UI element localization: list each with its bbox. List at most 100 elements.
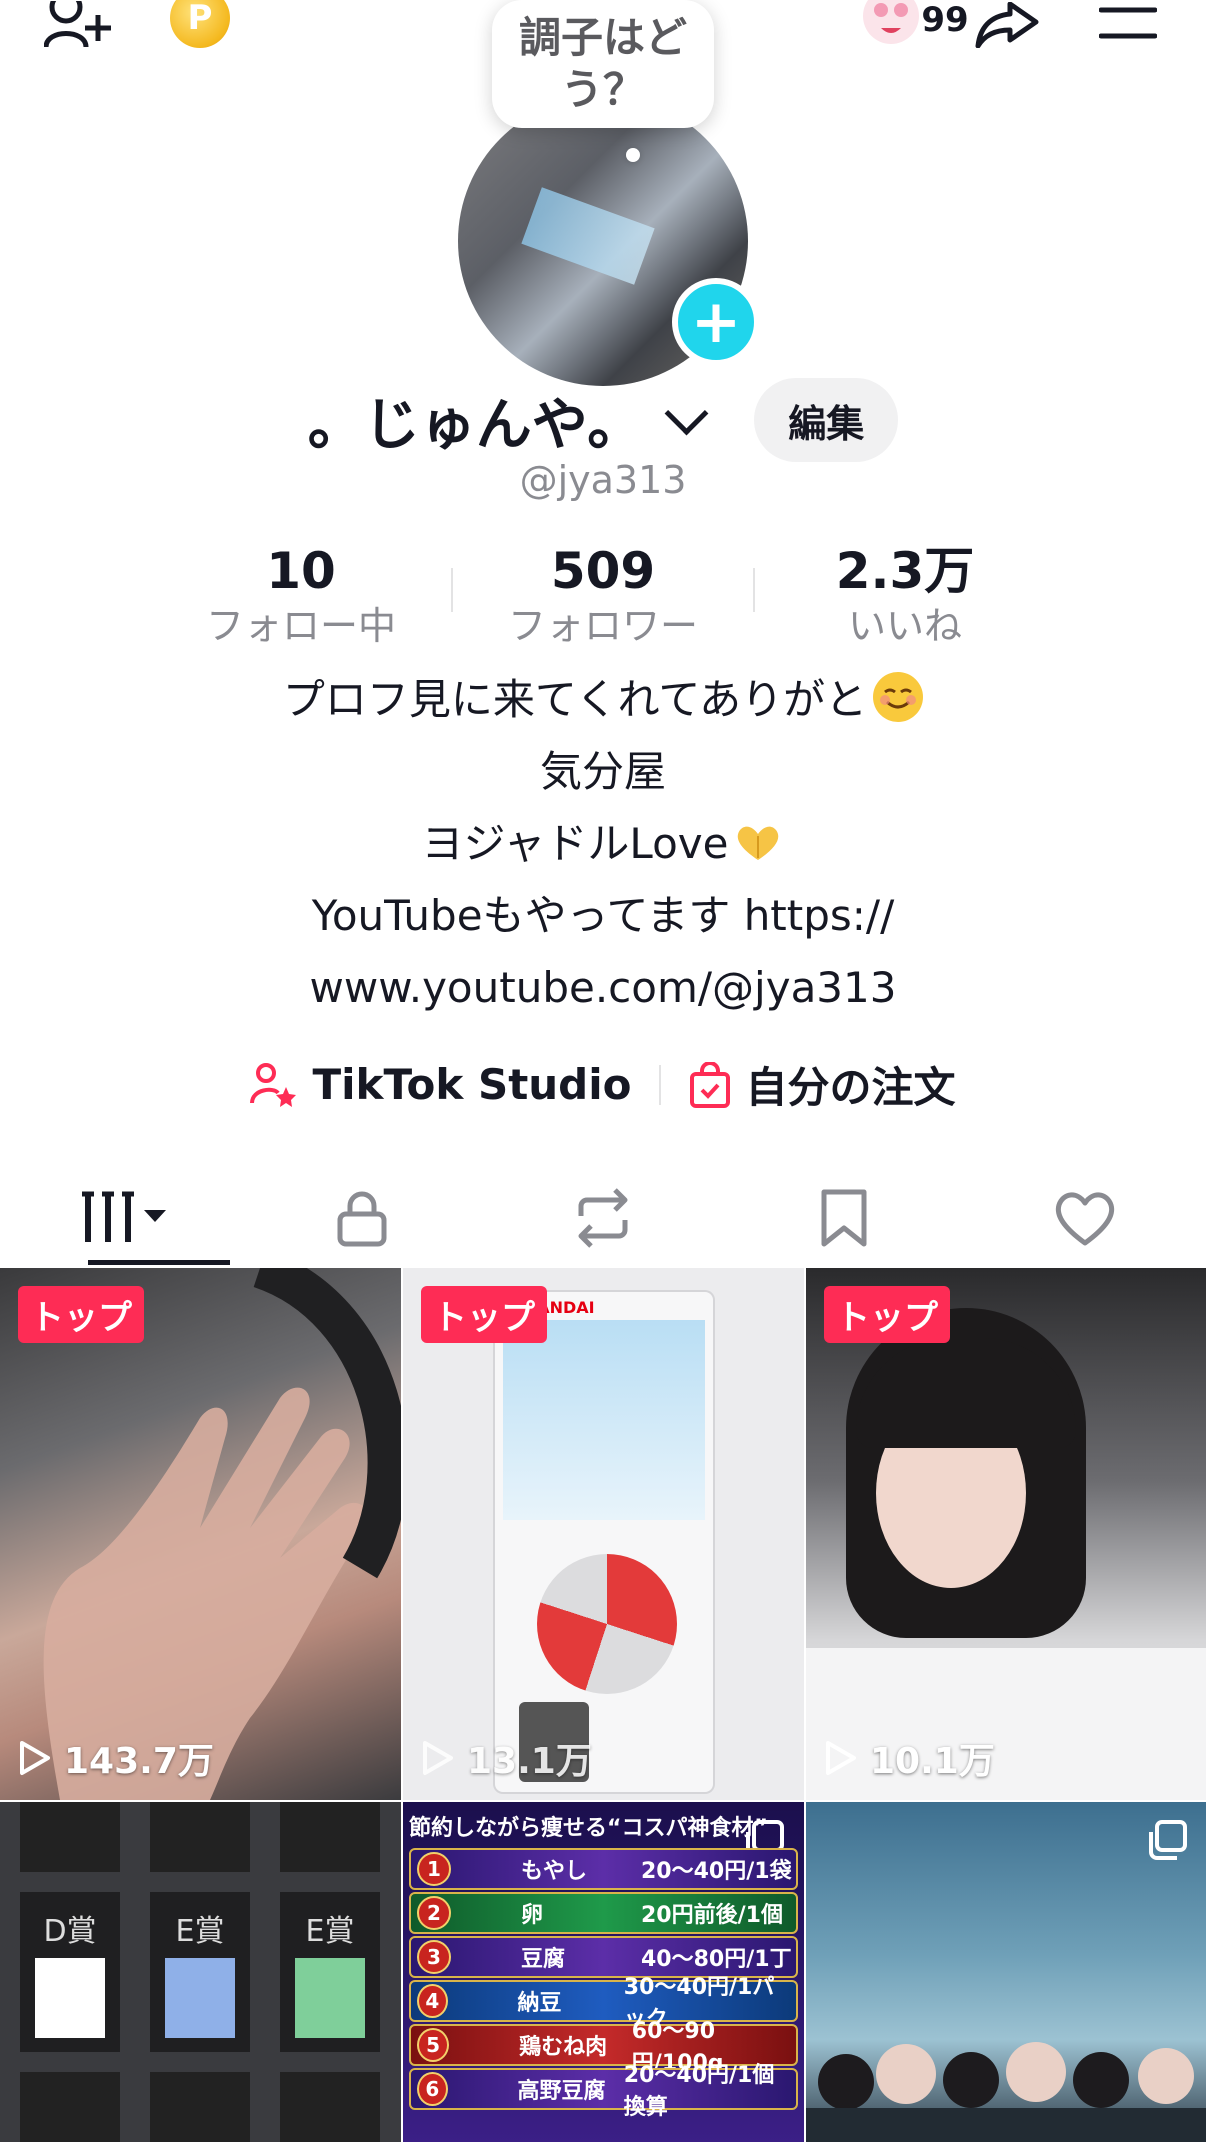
tab-saved[interactable] (724, 1168, 965, 1268)
video-tile[interactable]: D賞 E賞 E賞 (0, 1802, 401, 2142)
food-name: もやし (521, 1859, 588, 1884)
food-title: 節約しながら痩せる“コスパ神食材” (409, 1816, 768, 1841)
list-item: 1 もやし 20〜40円/1袋 (409, 1848, 798, 1890)
sticker-card: E賞 (150, 1892, 250, 2052)
sticker-card: D賞 (20, 1892, 120, 2052)
food-price: 20〜40円/1袋 (641, 1859, 792, 1884)
video-tile[interactable]: トップ 10.1万 (806, 1268, 1206, 1800)
stat-likes[interactable]: 2.3万 いいね (755, 540, 1055, 650)
tiktok-studio-link[interactable]: TikTok Studio (250, 1060, 631, 1109)
add-avatar-plus-icon[interactable]: + (672, 278, 760, 366)
smiling-face-icon (873, 672, 924, 722)
repost-icon (578, 1188, 628, 1248)
sticker-art (35, 1958, 105, 2038)
stat-label: いいね (847, 604, 962, 648)
video-tile[interactable]: トップ 143.7万 (0, 1268, 401, 1800)
my-orders-label: 自分の注文 (745, 1063, 956, 1112)
display-name[interactable]: 。じゅんや。 (308, 380, 643, 461)
lock-icon (337, 1191, 387, 1247)
stat-value: 509 (550, 542, 656, 600)
sticker-card (280, 1802, 380, 1872)
view-count: 143.7万 (18, 1732, 214, 1784)
coin-icon[interactable]: P (170, 0, 230, 48)
bio: プロフ見に来てくれてありがと 気分屋 ヨジャドルLove YouTubeもやって… (0, 664, 1206, 1024)
rank-number: 2 (417, 1896, 451, 1930)
bio-line-1: プロフ見に来てくれてありがと (282, 675, 868, 724)
video-grid: トップ 143.7万 BANDAI トップ 13.1万 トップ 10.1万 D賞… (0, 1268, 1206, 2142)
share-icon[interactable] (972, 0, 1042, 50)
stat-value: 2.3万 (835, 542, 975, 600)
bookmark-icon (821, 1189, 867, 1247)
dial (537, 1554, 677, 1694)
stat-following[interactable]: 10 フォロー中 (151, 540, 451, 650)
stat-value: 10 (266, 542, 336, 600)
creator-star-icon (250, 1062, 297, 1107)
top-badge: トップ (18, 1286, 144, 1343)
rank-number: 1 (417, 1852, 451, 1886)
sticker-card: E賞 (280, 1892, 380, 2052)
prize-label: E賞 (305, 1914, 355, 1949)
food-name: 高野豆腐 (517, 2079, 606, 2104)
stat-label: フォロー中 (205, 604, 396, 648)
video-tile[interactable]: BANDAI トップ 13.1万 (403, 1268, 804, 1800)
tab-liked[interactable] (965, 1168, 1206, 1268)
play-icon (423, 1741, 453, 1775)
status-bubble[interactable]: 調子はど う？ (492, 0, 714, 128)
bio-line-4[interactable]: YouTubeもやってます https:// (0, 880, 1206, 952)
view-count: 13.1万 (421, 1732, 592, 1784)
content-tabs (0, 1168, 1206, 1268)
sticker-card (20, 1802, 120, 1872)
divider (659, 1064, 662, 1105)
vending-machine-image: BANDAI (495, 1292, 713, 1792)
edit-button[interactable]: 編集 (754, 378, 899, 462)
character-icon (863, 0, 920, 44)
video-tile[interactable] (806, 1802, 1206, 2142)
food-price: 20円前後/1個 (641, 1903, 783, 1928)
view-count-value: 13.1万 (467, 1741, 592, 1782)
prize-label: E賞 (175, 1914, 225, 1949)
bio-line-2: 気分屋 (539, 747, 666, 796)
food-name: 卵 (521, 1903, 544, 1928)
sticker-card (150, 1802, 250, 1872)
poster (503, 1320, 705, 1520)
bubble-line-2: う？ (560, 65, 645, 114)
sticker-art (295, 1958, 365, 2038)
tab-reposts[interactable] (482, 1168, 723, 1268)
profile-links: TikTok Studio 自分の注文 (0, 1054, 1206, 1115)
bubble-line-1: 調子はど (518, 13, 687, 62)
my-orders-link[interactable]: 自分の注文 (689, 1054, 956, 1115)
view-count: 10.1万 (824, 1732, 995, 1784)
chevron-down-icon[interactable] (664, 391, 709, 435)
tiktok-studio-label: TikTok Studio (312, 1060, 632, 1109)
menu-icon[interactable] (1098, 4, 1158, 44)
sticker-art (165, 1958, 235, 2038)
notification-count: 99 (921, 0, 969, 40)
tab-videos[interactable] (0, 1168, 241, 1268)
add-friend-icon[interactable] (40, 0, 120, 50)
notification-avatar[interactable]: 99 (850, 0, 980, 48)
food-name: 納豆 (517, 1991, 562, 2016)
food-price: 20〜40円/1個換算 (623, 2063, 775, 2120)
bio-line-3: ヨジャドルLove (421, 819, 729, 868)
play-icon (20, 1741, 50, 1775)
multi-photo-icon (1149, 1820, 1187, 1860)
stat-followers[interactable]: 509 フォロワー (453, 540, 753, 650)
bio-line-5[interactable]: www.youtube.com/@jya313 (0, 952, 1206, 1024)
prize-label: D賞 (43, 1914, 97, 1949)
play-icon (826, 1741, 856, 1775)
food-name: 鶏むね肉 (519, 2035, 608, 2060)
video-tile[interactable]: 節約しながら痩せる“コスパ神食材” 1 もやし 20〜40円/1袋 2 卵 20円前後/… (403, 1802, 804, 2142)
shopping-bag-icon (690, 1061, 731, 1108)
stats-row: 10 フォロー中 509 フォロワー 2.3万 いいね (0, 540, 1206, 650)
list-item: 2 卵 20円前後/1個 (409, 1892, 798, 1934)
heart-hands-icon (738, 826, 779, 860)
rank-number: 6 (417, 2072, 448, 2106)
top-badge: トップ (824, 1286, 950, 1343)
group-photo-image (806, 2042, 1206, 2142)
sticker-card (150, 2072, 250, 2142)
username-handle: @jya313 (519, 458, 687, 502)
tab-private[interactable] (241, 1168, 482, 1268)
name-row: 。じゅんや。 編集 (0, 378, 1206, 462)
active-tab-indicator (88, 1260, 230, 1265)
view-count-value: 143.7万 (64, 1741, 214, 1782)
